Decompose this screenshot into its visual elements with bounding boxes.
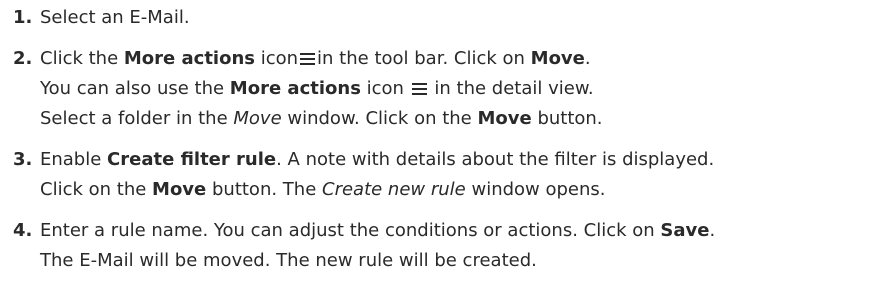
ui-term-create-filter-rule: Create filter rule (107, 149, 277, 170)
ui-term-move-window: Move (233, 108, 282, 129)
step-2: 2. Click the More actions icon in the too… (6, 44, 872, 134)
step-text: . A note with details about the filter i… (276, 149, 715, 170)
step-line: Enter a rule name. You can adjust the co… (40, 216, 872, 246)
step-number: 2. (13, 48, 33, 69)
step-text: Click on the (40, 179, 153, 200)
step-line: Enable Create filter rule. A note with d… (40, 145, 872, 175)
step-text: Select an E-Mail. (40, 7, 190, 28)
ui-term-move-button: Move (152, 179, 207, 200)
step-text: button. The (206, 179, 322, 200)
step-text: The E-Mail will be moved. The new rule w… (40, 250, 537, 271)
step-text: You can also use the (40, 78, 230, 99)
step-text: button. (531, 108, 603, 129)
step-text: in the detail view. (428, 78, 594, 99)
step-text: Click the (40, 48, 124, 69)
step-3: 3. Enable Create filter rule. A note wit… (6, 145, 872, 205)
step-line: Click on the Move button. The Create new… (40, 175, 872, 205)
hamburger-menu-icon (411, 83, 427, 95)
ui-term-move-button: Move (477, 108, 532, 129)
step-text: icon (360, 78, 410, 99)
ui-term-move: Move (530, 48, 585, 69)
step-text: Enter a rule name. You can adjust the co… (40, 220, 661, 241)
ui-term-create-new-rule-window: Create new rule (322, 179, 466, 200)
step-4: 4. Enter a rule name. You can adjust the… (6, 216, 872, 276)
step-number: 4. (13, 220, 33, 241)
step-text: window. Click on the (281, 108, 478, 129)
ui-term-save: Save (660, 220, 710, 241)
instruction-steps: 1. Select an E-Mail. 2. Click the More a… (6, 0, 872, 276)
hamburger-menu-icon (300, 53, 316, 65)
step-line: The E-Mail will be moved. The new rule w… (40, 246, 872, 276)
ui-term-more-actions: More actions (229, 78, 361, 99)
step-line: Select a folder in the Move window. Clic… (40, 104, 872, 134)
step-text: . (709, 220, 716, 241)
step-line: Click the More actions icon in the tool b… (40, 44, 872, 74)
step-text: icon (255, 48, 299, 69)
step-number: 3. (13, 149, 33, 170)
step-text: window opens. (465, 179, 606, 200)
step-text: Enable (40, 149, 108, 170)
step-line: Select an E-Mail. (40, 3, 872, 33)
step-text: Select a folder in the (40, 108, 234, 129)
ui-term-more-actions: More actions (123, 48, 255, 69)
step-number: 1. (13, 7, 33, 28)
step-line: You can also use the More actions icon i… (40, 74, 872, 104)
step-text: in the tool bar. Click on (317, 48, 531, 69)
step-1: 1. Select an E-Mail. (6, 3, 872, 33)
step-text: . (584, 48, 591, 69)
